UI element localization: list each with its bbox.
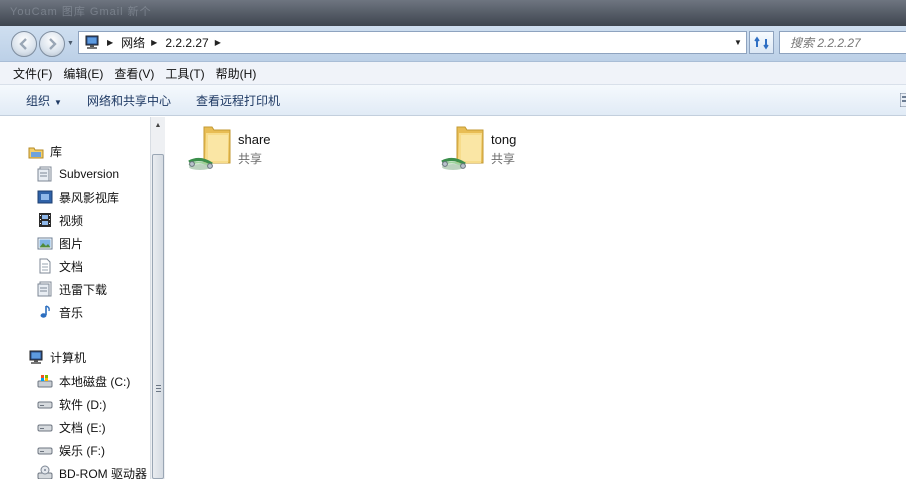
menu-edit[interactable]: 编辑(E) [58,65,108,82]
navigation-pane: 库 Subversion 暴风影视库 视频 图片 文档 迅雷下载 音乐 计算机 … [0,117,150,479]
organize-label: 组织 [26,93,51,108]
view-remote-printers-button[interactable]: 查看远程打印机 [188,92,288,109]
sidebar-scrollbar[interactable]: ▲ [150,117,165,479]
view-options-icon[interactable] [900,93,906,107]
download-library-icon [37,281,52,297]
sidebar-item-label: 视频 [59,213,84,228]
sidebar-item-baofeng[interactable]: 暴风影视库 [37,187,119,207]
sidebar-section-computer[interactable]: 计算机 [28,349,86,366]
window-titlebar: YouCam 图库 Gmail 新个 [0,0,906,26]
shared-folder-item[interactable]: tong 共享 [439,123,516,173]
sidebar-item-label: 文档 (E:) [59,420,106,435]
chevron-down-icon: ▼ [54,97,62,107]
hard-drive-icon [37,424,53,432]
search-box[interactable] [779,31,906,54]
search-input[interactable] [790,35,905,50]
sidebar-item-label: BD-ROM 驱动器 [59,466,147,479]
picture-icon [37,237,53,250]
forward-button[interactable] [39,31,65,57]
sidebar-item-videos[interactable]: 视频 [37,210,83,230]
sidebar-item-documents[interactable]: 文档 [37,256,83,276]
document-library-icon [37,166,52,182]
sidebar-item-drive-d[interactable]: 软件 (D:) [37,394,106,414]
sidebar-item-bd-rom[interactable]: BD-ROM 驱动器 [37,463,147,479]
sidebar-item-label: Subversion [59,167,120,181]
network-computer-icon [85,35,99,49]
computer-icon [29,350,43,364]
hard-drive-icon [37,447,53,455]
music-note-icon [40,305,50,318]
forward-arrow-icon [49,38,57,50]
folder-type: 共享 [238,152,263,166]
scrollbar-thumb[interactable] [152,154,164,479]
breadcrumb-separator-icon[interactable]: ▶ [151,38,157,47]
address-dropdown-icon[interactable]: ▼ [730,32,746,53]
back-button[interactable] [11,31,37,57]
breadcrumb-network[interactable]: 网络 [121,34,145,51]
film-icon [39,213,51,227]
scrollbar-grip-icon [156,385,161,392]
titlebar-blurred-text: YouCam 图库 Gmail 新个 [10,6,152,18]
video-library-icon [37,190,53,204]
sidebar-item-label: 暴风影视库 [59,190,120,205]
back-arrow-icon [19,38,27,50]
sidebar-item-label: 音乐 [59,305,84,320]
scroll-up-arrow-icon[interactable]: ▲ [151,117,165,133]
sidebar-section-library[interactable]: 库 [28,143,62,160]
sidebar-item-label: 迅雷下载 [59,282,108,297]
menu-view[interactable]: 查看(V) [109,65,159,82]
network-sharing-center-button[interactable]: 网络和共享中心 [79,92,179,109]
menu-help[interactable]: 帮助(H) [211,65,262,82]
shared-folder-icon [441,126,484,170]
folder-name: share [238,132,271,147]
sidebar-item-subversion[interactable]: Subversion [37,164,119,184]
sidebar-item-xunlei[interactable]: 迅雷下载 [37,279,107,299]
sidebar-item-drive-e[interactable]: 文档 (E:) [37,417,106,437]
file-list: share 共享 tong 共享 [166,117,906,479]
breadcrumb-separator-icon[interactable]: ▶ [107,38,113,47]
sidebar-item-label: 文档 [59,259,84,274]
sidebar-item-label: 娱乐 (F:) [59,443,105,458]
address-bar[interactable]: ▶ 网络 ▶ 2.2.2.27 ▶ ▼ [78,31,747,54]
shared-folder-icon [188,126,231,170]
organize-button[interactable]: 组织 ▼ [18,92,70,109]
refresh-button[interactable] [749,31,774,54]
breadcrumb-host[interactable]: 2.2.2.27 [165,36,208,50]
sidebar-library-label: 库 [50,145,63,159]
sidebar-computer-label: 计算机 [50,351,87,365]
sidebar-item-drive-f[interactable]: 娱乐 (F:) [37,440,105,460]
refresh-icon [753,36,769,49]
breadcrumb-separator-icon[interactable]: ▶ [215,38,221,47]
sidebar-item-pictures[interactable]: 图片 [37,233,83,253]
shared-folder-item[interactable]: share 共享 [186,123,271,173]
menu-bar: 文件(F) 编辑(E) 查看(V) 工具(T) 帮助(H) [0,62,906,85]
hard-drive-icon [37,401,53,409]
library-icon [28,147,44,158]
folder-type: 共享 [491,152,516,166]
sidebar-item-music[interactable]: 音乐 [37,302,83,322]
sidebar-item-label: 本地磁盘 (C:) [59,374,131,389]
system-drive-icon [37,375,53,388]
menu-file[interactable]: 文件(F) [8,65,57,82]
sidebar-item-label: 图片 [59,236,84,251]
command-bar: 组织 ▼ 网络和共享中心 查看远程打印机 [0,85,906,116]
sidebar-item-drive-c[interactable]: 本地磁盘 (C:) [37,371,130,391]
optical-drive-icon [37,465,53,479]
document-icon [39,258,51,274]
sidebar-item-label: 软件 (D:) [59,397,107,412]
menu-tools[interactable]: 工具(T) [160,65,209,82]
history-dropdown-icon[interactable]: ▼ [67,40,74,47]
folder-name: tong [491,132,517,147]
